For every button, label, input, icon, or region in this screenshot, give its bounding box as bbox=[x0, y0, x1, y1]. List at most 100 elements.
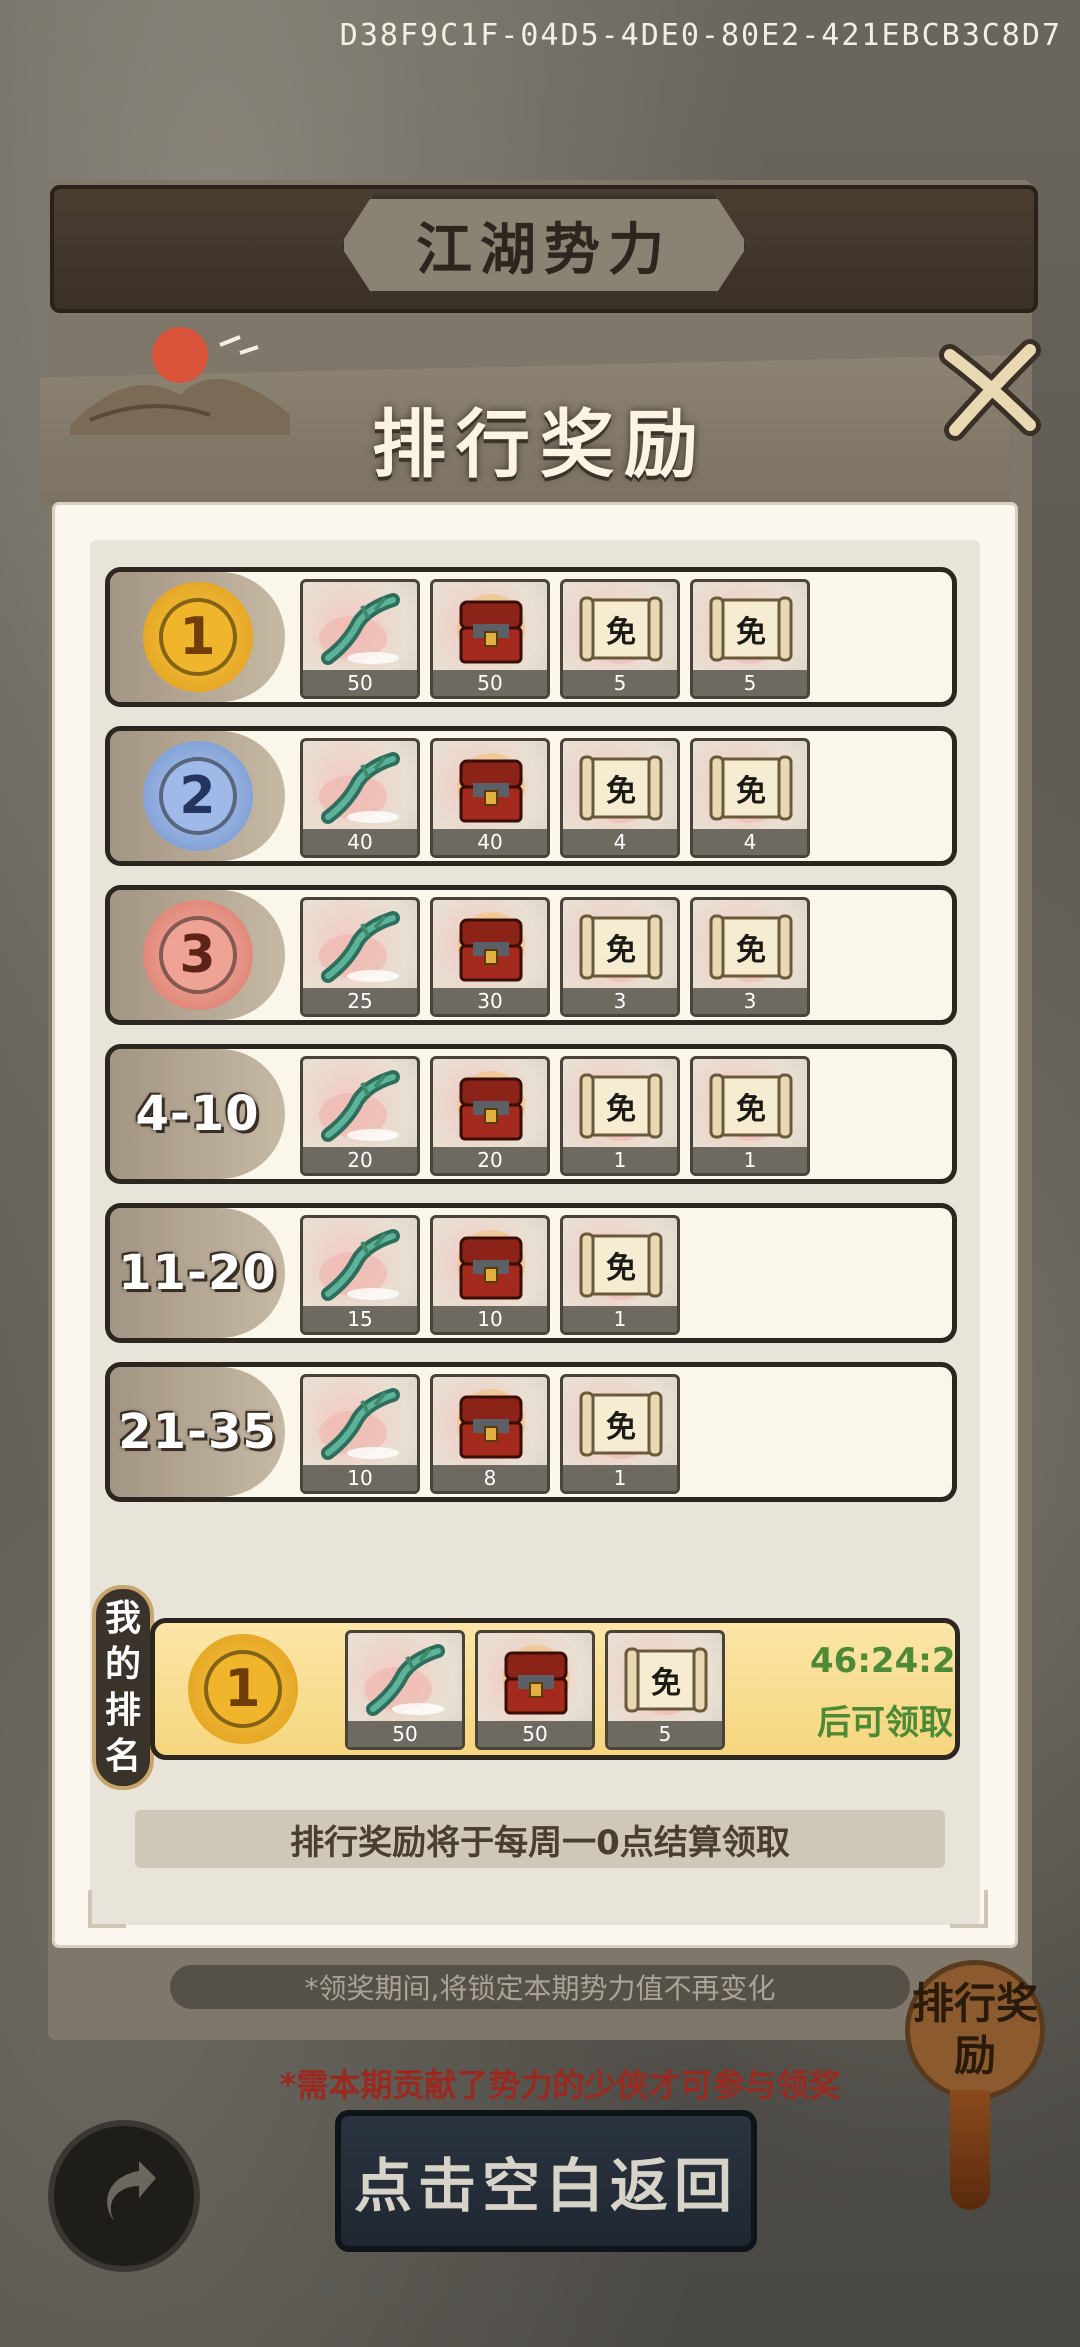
reward-item[interactable]: 30 bbox=[430, 897, 550, 1017]
modal-title: 排行奖励 bbox=[372, 402, 708, 488]
item-quantity: 3 bbox=[693, 988, 807, 1014]
svg-text:免: 免 bbox=[606, 1251, 636, 1286]
reward-item[interactable]: 10 bbox=[300, 1374, 420, 1494]
item-quantity: 50 bbox=[303, 670, 417, 696]
svg-text:免: 免 bbox=[736, 774, 766, 809]
reward-items: 40 40 免 4 免 4 bbox=[300, 738, 810, 858]
reward-item[interactable]: 免1 bbox=[560, 1056, 680, 1176]
reward-item[interactable]: 免1 bbox=[560, 1374, 680, 1494]
svg-text:免: 免 bbox=[736, 615, 766, 650]
reward-item[interactable]: 15 bbox=[300, 1215, 420, 1335]
item-quantity: 5 bbox=[608, 1721, 722, 1747]
reward-item[interactable]: 50 bbox=[475, 1630, 595, 1750]
item-quantity: 40 bbox=[433, 829, 547, 855]
settlement-note: 排行奖励将于每周一0点结算领取 bbox=[135, 1810, 945, 1868]
rank-badge: 1 bbox=[110, 572, 285, 702]
item-quantity: 30 bbox=[433, 988, 547, 1014]
svg-text:免: 免 bbox=[606, 615, 636, 650]
item-quantity: 4 bbox=[563, 829, 677, 855]
svg-text:免: 免 bbox=[606, 1410, 636, 1445]
rank-badge: 11-20 bbox=[110, 1208, 285, 1338]
item-quantity: 10 bbox=[433, 1306, 547, 1332]
claim-countdown: 46:24:23 bbox=[810, 1641, 956, 1681]
gold-medal-icon: 1 bbox=[187, 1634, 298, 1744]
reward-row: 4-10 20 20 免 1 免 1 bbox=[105, 1044, 957, 1184]
reward-row: 3 25 30 免 3 免 3 bbox=[105, 885, 957, 1025]
item-quantity: 25 bbox=[303, 988, 417, 1014]
reward-row: 2 40 40 免 4 免 4 bbox=[105, 726, 957, 866]
claim-status: 后可领取 bbox=[817, 1703, 953, 1743]
rank-number: 2 bbox=[158, 757, 237, 835]
reward-item[interactable]: 免4 bbox=[690, 738, 810, 858]
item-quantity: 1 bbox=[693, 1147, 807, 1173]
back-button[interactable] bbox=[48, 2120, 200, 2272]
rank-range: 4-10 bbox=[135, 1086, 260, 1142]
reward-row: 21-35 10 8 免 1 bbox=[105, 1362, 957, 1502]
silver-medal-icon: 2 bbox=[142, 741, 253, 851]
item-quantity: 5 bbox=[563, 670, 677, 696]
reward-item[interactable]: 免5 bbox=[605, 1630, 725, 1750]
lock-note: *领奖期间,将锁定本期势力值不再变化 bbox=[170, 1965, 910, 2009]
rank-range: 21-35 bbox=[118, 1404, 277, 1460]
reward-items: 25 30 免 3 免 3 bbox=[300, 897, 810, 1017]
device-id: D38F9C1F-04D5-4DE0-80E2-421EBCB3C8D7 bbox=[339, 18, 1062, 53]
item-quantity: 3 bbox=[563, 988, 677, 1014]
reward-item[interactable]: 免3 bbox=[560, 897, 680, 1017]
reward-item[interactable]: 免3 bbox=[690, 897, 810, 1017]
reward-item[interactable]: 20 bbox=[300, 1056, 420, 1176]
reward-item[interactable]: 50 bbox=[345, 1630, 465, 1750]
reward-item[interactable]: 40 bbox=[430, 738, 550, 858]
reward-row: 11-20 15 10 免 1 bbox=[105, 1203, 957, 1343]
rank-reward-lantern-button[interactable]: 排行奖励 bbox=[905, 1960, 1045, 2100]
reward-item[interactable]: 免5 bbox=[560, 579, 680, 699]
item-quantity: 20 bbox=[303, 1147, 417, 1173]
corner-ornament bbox=[88, 1890, 126, 1928]
bronze-medal-icon: 3 bbox=[142, 900, 253, 1010]
item-quantity: 1 bbox=[563, 1306, 677, 1332]
reward-items: 15 10 免 1 bbox=[300, 1215, 680, 1335]
close-button[interactable] bbox=[920, 320, 1060, 460]
reward-row: 1 50 50 免 5 免 5 bbox=[105, 567, 957, 707]
item-quantity: 40 bbox=[303, 829, 417, 855]
svg-text:免: 免 bbox=[606, 933, 636, 968]
item-quantity: 50 bbox=[348, 1721, 462, 1747]
my-rank-badge: 1 bbox=[155, 1623, 330, 1755]
eligibility-note: *需本期贡献了势力的少侠才可参与领奖 bbox=[279, 2066, 841, 2104]
reward-items: 20 20 免 1 免 1 bbox=[300, 1056, 810, 1176]
item-quantity: 4 bbox=[693, 829, 807, 855]
my-rank-tag: 我的排名 bbox=[92, 1585, 154, 1790]
item-quantity: 50 bbox=[433, 670, 547, 696]
item-quantity: 15 bbox=[303, 1306, 417, 1332]
rank-badge: 4-10 bbox=[110, 1049, 285, 1179]
svg-text:免: 免 bbox=[606, 1092, 636, 1127]
reward-items: 10 8 免 1 bbox=[300, 1374, 680, 1494]
click-blank-return-button[interactable]: 点击空白返回 bbox=[335, 2110, 757, 2252]
my-reward-items: 50 50 免 5 bbox=[345, 1630, 725, 1750]
rank-number: 1 bbox=[158, 598, 237, 676]
reward-item[interactable]: 免1 bbox=[560, 1215, 680, 1335]
my-rank-row: 1 50 50 免5 46:24:23 后可领取 bbox=[150, 1618, 960, 1760]
svg-text:免: 免 bbox=[606, 774, 636, 809]
reward-item[interactable]: 50 bbox=[430, 579, 550, 699]
item-quantity: 1 bbox=[563, 1147, 677, 1173]
background-title: 江湖势力 bbox=[340, 195, 748, 295]
corner-ornament bbox=[950, 1890, 988, 1928]
reward-item[interactable]: 免5 bbox=[690, 579, 810, 699]
rank-badge: 21-35 bbox=[110, 1367, 285, 1497]
item-quantity: 10 bbox=[303, 1465, 417, 1491]
reward-items: 50 50 免 5 免 5 bbox=[300, 579, 810, 699]
rank-range: 11-20 bbox=[118, 1245, 277, 1301]
back-arrow-icon bbox=[107, 2161, 156, 2221]
reward-item[interactable]: 免4 bbox=[560, 738, 680, 858]
reward-item[interactable]: 8 bbox=[430, 1374, 550, 1494]
reward-item[interactable]: 10 bbox=[430, 1215, 550, 1335]
item-quantity: 50 bbox=[478, 1721, 592, 1747]
lantern-tassel bbox=[950, 2090, 990, 2210]
reward-item[interactable]: 40 bbox=[300, 738, 420, 858]
item-quantity: 8 bbox=[433, 1465, 547, 1491]
reward-item[interactable]: 20 bbox=[430, 1056, 550, 1176]
reward-item[interactable]: 免1 bbox=[690, 1056, 810, 1176]
reward-item[interactable]: 25 bbox=[300, 897, 420, 1017]
svg-text:免: 免 bbox=[736, 1092, 766, 1127]
reward-item[interactable]: 50 bbox=[300, 579, 420, 699]
